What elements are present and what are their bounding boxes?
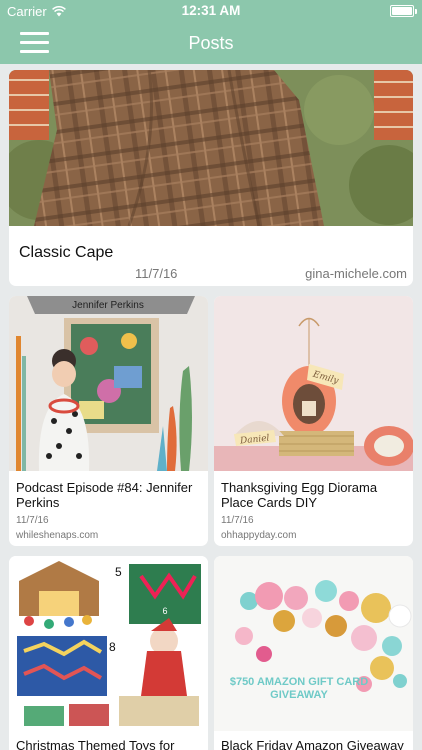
post-title: Thanksgiving Egg Diorama Place Cards DIY	[221, 480, 378, 510]
post-image: Jennifer Perkins	[9, 296, 208, 471]
status-time: 12:31 AM	[181, 3, 241, 18]
page-title: Posts	[188, 33, 234, 53]
post-card-egg-diorama[interactable]: Emily Daniel Thanksgiving Egg Diorama Pl…	[214, 296, 413, 546]
image-number: 5	[115, 565, 122, 579]
post-date: 11/7/16	[221, 515, 254, 526]
post-title: Black Friday Amazon Giveaway	[221, 738, 404, 750]
post-image: Emily Daniel	[214, 296, 413, 471]
post-date: 11/7/16	[16, 515, 49, 526]
post-source: gina-michele.com	[305, 266, 407, 281]
post-image: $750 AMAZON GIFT CARD GIVEAWAY	[214, 556, 413, 731]
image-number: 8	[109, 640, 116, 654]
status-bar: Carrier 12:31 AM	[0, 0, 422, 22]
post-card-jennifer-perkins[interactable]: Jennifer Perkins Podcast Episode #84: Je…	[9, 296, 208, 546]
post-image	[9, 70, 413, 226]
post-source: whileshenaps.com	[16, 530, 99, 541]
nav-bar: Posts	[0, 22, 422, 64]
post-card-classic-cape[interactable]: Classic Cape 11/7/16 gina-michele.com	[9, 70, 413, 286]
post-title: Classic Cape	[19, 244, 114, 261]
post-card-amazon-giveaway[interactable]: $750 AMAZON GIFT CARD GIVEAWAY Black Fri…	[214, 556, 413, 750]
post-title: Podcast Episode #84: Jennifer Perkins	[16, 480, 193, 510]
post-image: 5 6 8	[9, 556, 208, 731]
image-caption: $750 AMAZON GIFT CARD GIVEAWAY	[229, 676, 369, 701]
image-number: 6	[162, 606, 167, 616]
post-title: Christmas Themed Toys for	[16, 738, 175, 750]
posts-feed[interactable]: Classic Cape 11/7/16 gina-michele.com Je…	[0, 64, 422, 750]
battery-icon	[390, 5, 417, 17]
post-card-christmas-toys[interactable]: 5 6 8 Christmas Themed Toys for	[9, 556, 208, 750]
post-source: ohhappyday.com	[221, 530, 297, 541]
post-date: 11/7/16	[135, 266, 178, 281]
image-caption: Jennifer Perkins	[72, 300, 144, 311]
